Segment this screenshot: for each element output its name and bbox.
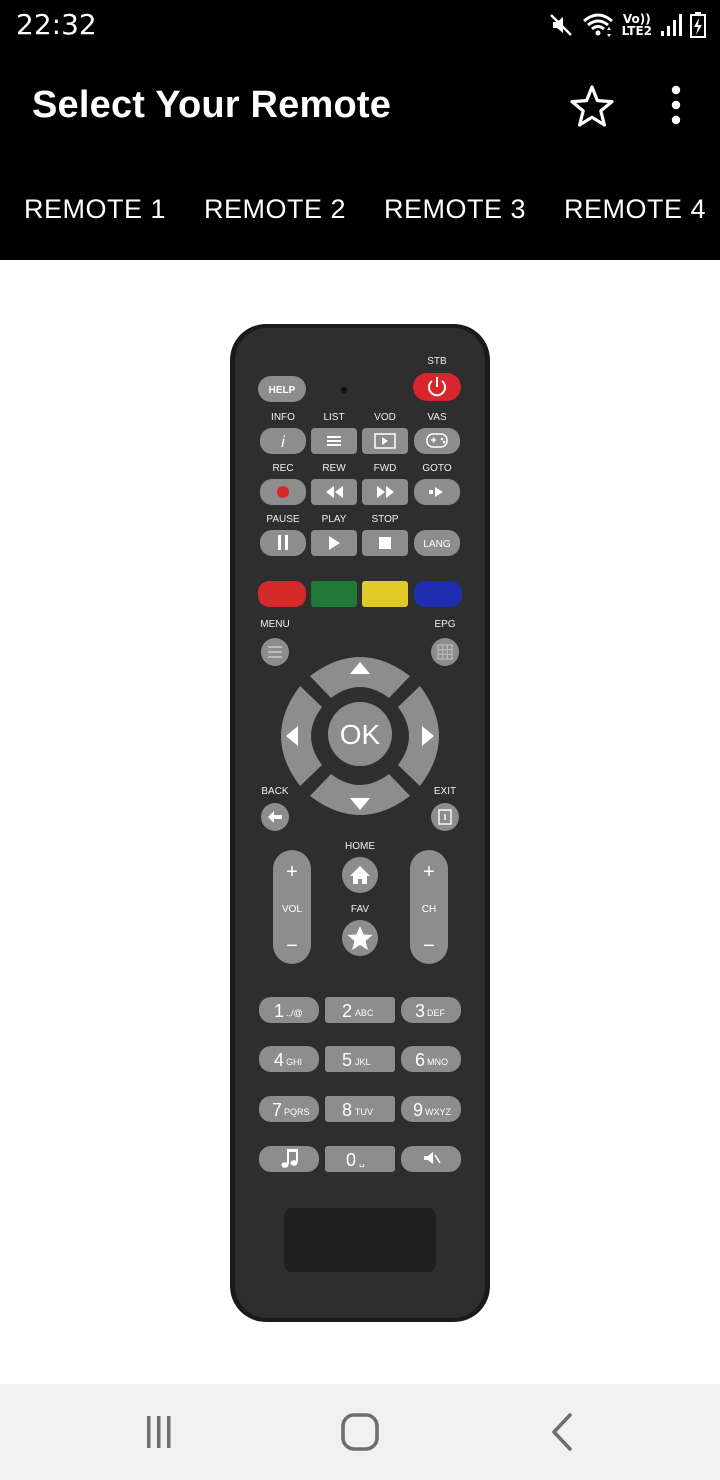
- pause-label: PAUSE: [266, 514, 299, 525]
- vas-button[interactable]: [414, 428, 460, 454]
- key-5-sub: JKL: [355, 1057, 371, 1067]
- help-label: HELP: [269, 385, 296, 396]
- recent-apps-button[interactable]: [129, 1408, 189, 1456]
- key-8-num: 8: [342, 1100, 352, 1120]
- menu-label: MENU: [260, 619, 289, 630]
- key-4-num: 4: [274, 1050, 284, 1070]
- info-icon: i: [281, 434, 285, 451]
- mute-icon: [548, 12, 574, 38]
- rec-label: REC: [272, 463, 293, 474]
- key-5-num: 5: [342, 1050, 352, 1070]
- key-7-num: 7: [272, 1100, 282, 1120]
- page-title: Select Your Remote: [32, 84, 392, 126]
- lang-label: LANG: [423, 539, 450, 550]
- yellow-key[interactable]: [362, 581, 408, 607]
- network-type: Vo)) LTE2: [622, 13, 652, 37]
- favorite-button[interactable]: [568, 82, 616, 130]
- channel-up-icon: +: [423, 861, 435, 883]
- vod-label: VOD: [374, 412, 396, 423]
- key-2-sub: ABC: [355, 1008, 374, 1018]
- channel-down-icon: −: [423, 935, 435, 957]
- vas-label: VAS: [427, 412, 447, 423]
- record-icon: [277, 486, 289, 498]
- play-label: PLAY: [322, 514, 347, 525]
- stb-label: STB: [427, 356, 447, 367]
- network-label-bottom: LTE2: [621, 24, 652, 38]
- tab-remote-1[interactable]: REMOTE 1: [24, 194, 166, 225]
- remote-image[interactable]: STB HELP INFO LIST VOD VAS i REC REW FWD…: [226, 320, 494, 1326]
- key-6-num: 6: [415, 1050, 425, 1070]
- key-3-num: 3: [415, 1001, 425, 1021]
- key-0-num: 0: [346, 1150, 356, 1170]
- tab-remote-2[interactable]: REMOTE 2: [204, 194, 346, 225]
- key-3-sub: DEF: [427, 1008, 446, 1018]
- app-bar: Select Your Remote: [0, 52, 720, 160]
- tab-remote-4[interactable]: REMOTE 4: [564, 194, 706, 225]
- key-1-num: 1: [274, 1001, 284, 1021]
- star-outline-icon: [570, 85, 614, 127]
- status-icons: Vo)) LTE2: [548, 10, 706, 40]
- key-8-sub: TUV: [355, 1107, 373, 1117]
- info-label: INFO: [271, 412, 295, 423]
- ok-label: OK: [340, 719, 381, 750]
- key-6-sub: MNO: [427, 1057, 448, 1067]
- goto-label: GOTO: [422, 463, 451, 474]
- epg-button[interactable]: [431, 638, 459, 666]
- system-nav-bar: [0, 1384, 720, 1480]
- bottom-panel: [284, 1208, 436, 1272]
- key-9-sub: WXYZ: [425, 1107, 452, 1117]
- more-vert-icon: [671, 85, 681, 125]
- back-nav-button[interactable]: [532, 1408, 592, 1456]
- key-9-num: 9: [413, 1100, 423, 1120]
- fav-label: FAV: [351, 904, 369, 915]
- volume-up-icon: +: [286, 861, 298, 883]
- green-key[interactable]: [311, 581, 357, 607]
- battery-icon: [690, 12, 706, 38]
- red-key[interactable]: [258, 581, 306, 607]
- status-time: 22:32: [16, 8, 97, 41]
- pause-button[interactable]: [260, 530, 306, 556]
- key-4-sub: GHI: [286, 1057, 302, 1067]
- epg-label: EPG: [434, 619, 455, 630]
- back-icon: [552, 1413, 572, 1451]
- vol-label: VOL: [282, 904, 302, 915]
- home-label: HOME: [345, 841, 375, 852]
- more-options-button[interactable]: [656, 82, 696, 130]
- home-nav-button[interactable]: [330, 1408, 390, 1456]
- stop-label: STOP: [371, 514, 398, 525]
- list-label: LIST: [323, 412, 344, 423]
- key-1-sub: .,/@: [286, 1008, 303, 1018]
- tab-bar: REMOTE 1 REMOTE 2 REMOTE 3 REMOTE 4: [0, 160, 720, 260]
- tab-remote-3[interactable]: REMOTE 3: [384, 194, 526, 225]
- fwd-label: FWD: [374, 463, 397, 474]
- exit-label: EXIT: [434, 786, 456, 797]
- content-area: STB HELP INFO LIST VOD VAS i REC REW FWD…: [0, 260, 720, 1384]
- wifi-icon: [582, 12, 614, 38]
- home-icon: [341, 1413, 379, 1451]
- ir-sensor: [341, 387, 347, 393]
- back-label: BACK: [261, 786, 289, 797]
- menu-icon: [268, 646, 282, 658]
- stop-icon: [379, 537, 391, 549]
- recent-apps-icon: [147, 1416, 171, 1448]
- key-0-sub: ␣: [359, 1157, 365, 1168]
- rew-label: REW: [322, 463, 346, 474]
- status-bar: 22:32 Vo)) LTE2: [0, 0, 720, 52]
- key-2-num: 2: [342, 1001, 352, 1021]
- list-icon: [327, 436, 341, 446]
- key-7-sub: PQRS: [284, 1107, 310, 1117]
- ch-label: CH: [422, 904, 436, 915]
- blue-key[interactable]: [414, 581, 462, 607]
- volume-down-icon: −: [286, 935, 298, 957]
- signal-icon: [660, 13, 682, 37]
